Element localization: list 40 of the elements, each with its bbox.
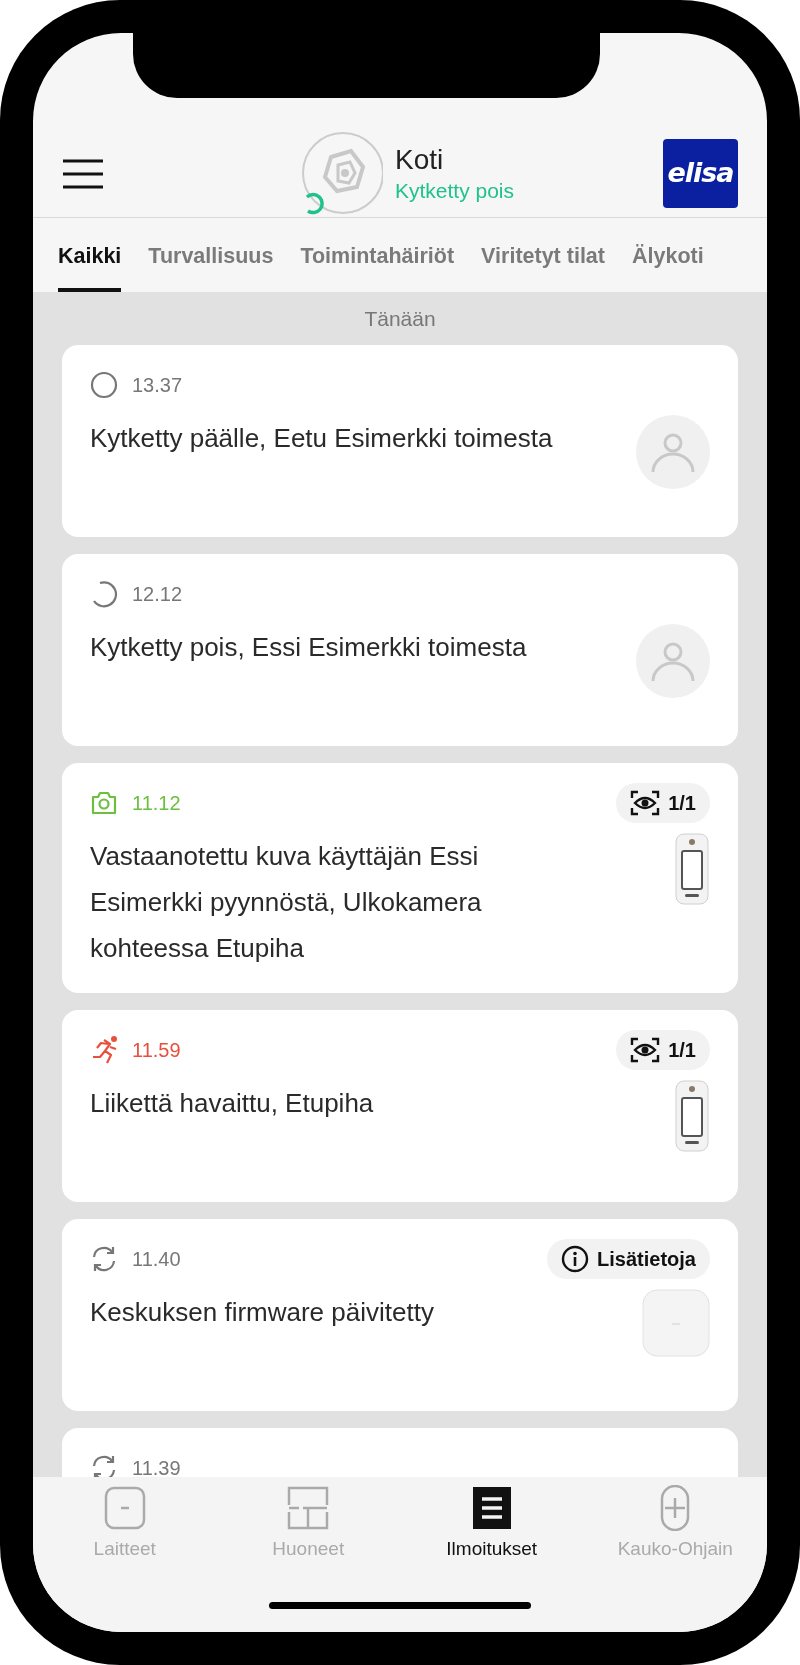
event-message: Liikettä havaittu, Etupiha: [90, 1087, 375, 1120]
view-count-button[interactable]: 1/1: [616, 1030, 710, 1070]
nav-tab[interactable]: Huoneet: [216, 1485, 400, 1564]
camera-icon: [90, 790, 118, 816]
nav-tab[interactable]: Ilmoitukset: [400, 1485, 584, 1564]
home-title: Koti: [394, 143, 445, 177]
event-message: Kytketty pois, Essi Esimerkki toimesta: [90, 631, 528, 664]
eye-icon: [630, 790, 661, 816]
event-message: Keskuksen firmware päivitetty: [90, 1296, 435, 1329]
arming-status: Kytketty pois: [394, 177, 515, 204]
nav-tab[interactable]: Laitteet: [33, 1485, 217, 1564]
details-button[interactable]: Lisätietoja: [547, 1239, 710, 1279]
event-message: Vastaanotettu kuva käyttäjän Essi Esimerkki pyynnöstä, Ulkokamera kohteessa Etupiha: [90, 840, 483, 965]
event-time: 11.12: [132, 791, 181, 816]
event-time: 11.59: [132, 1038, 181, 1063]
circle-icon: [90, 371, 118, 399]
event-time: 11.39: [132, 1456, 181, 1477]
eye-icon: [630, 1037, 661, 1063]
running-person-icon: [90, 1035, 118, 1065]
event-time: 12.12: [132, 582, 183, 607]
avatar-icon: [636, 624, 710, 698]
event-time: 11.40: [132, 1247, 181, 1272]
nav-tab[interactable]: Kauko-Ohjain: [583, 1485, 767, 1564]
info-icon: [561, 1245, 590, 1273]
filter-tab[interactable]: Toimintahäiriöt: [300, 218, 455, 292]
event-message: Kytketty päälle, Eetu Esimerkki toimesta: [90, 422, 554, 455]
filter-tab[interactable]: Älykoti: [631, 218, 704, 292]
hub-device-icon: [642, 1289, 710, 1357]
motion-camera-device-icon: [674, 1080, 710, 1152]
sync-icon: [90, 1245, 118, 1273]
filter-tab[interactable]: Viritetyt tilat: [481, 218, 605, 292]
event-time: 13.37: [132, 373, 183, 398]
sync-icon: [90, 1454, 118, 1477]
brand-logo: elisa: [663, 139, 738, 208]
filter-tab[interactable]: Turvallisuus: [148, 218, 274, 292]
view-count-button[interactable]: 1/1: [616, 783, 710, 823]
motion-camera-device-icon: [674, 833, 710, 905]
date-heading: Tänään: [363, 305, 437, 332]
menu-icon[interactable]: [62, 158, 104, 189]
avatar-icon: [636, 415, 710, 489]
